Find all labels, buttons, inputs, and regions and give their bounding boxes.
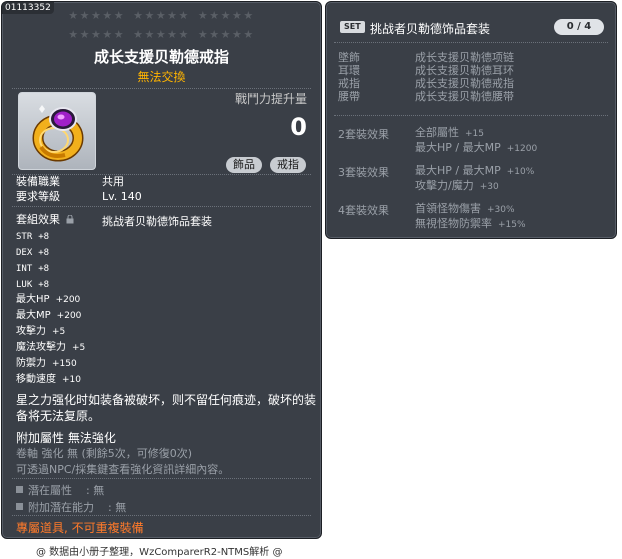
set-effect-label: 套組效果 (16, 211, 74, 227)
stat-luk: LUK +8 (16, 280, 50, 290)
exclusive-notice: 專屬道具, 不可重複裝備 (16, 521, 144, 535)
set-title: 挑战者贝勒德饰品套装 (370, 22, 491, 36)
item-description: 星之力强化时如装备被破坏，则不留任何痕迹，破坏的装备将无法复原。 (16, 393, 317, 423)
trade-status: 無法交換 (137, 70, 186, 84)
level-value: Lv. 140 (102, 190, 142, 203)
stat-defense: 防禦力 +150 (16, 358, 77, 369)
item-title: 成长支援贝勒德戒指 (93, 48, 229, 66)
stat-int: INT +8 (16, 264, 50, 274)
combat-power-label: 戰鬥力提升量 (234, 92, 307, 106)
set-part-item: 成长支援贝勒德腰带 (415, 90, 514, 103)
stat-max-mp: 最大MP +200 (16, 310, 82, 321)
additional-attribute: 附加屬性 無法強化 (16, 431, 116, 445)
item-tooltip: 01113352 ★★★★★ ★★★★★ ★★★★★ ★★★★★ ★★★★★ ★★★★★… (1, 1, 322, 539)
gold-ring-purple-gem-icon (32, 105, 84, 162)
set-bonus-2-line: 最大HP / 最大MP +1200 (415, 141, 538, 154)
bonus-potential-row: 附加潛在能力: 無 (16, 499, 126, 515)
divider (12, 478, 311, 479)
set-bonus-4-line: 無視怪物防禦率 +15% (415, 217, 526, 230)
set-bonus-3-title: 3套裝效果 (338, 166, 389, 179)
job-row: 裝備職業 共用 (16, 175, 124, 189)
npc-info: 可透過NPC/採集鍵查看強化資訊詳細內容。 (16, 463, 230, 476)
job-label: 裝備職業 (16, 175, 60, 188)
divider (12, 88, 311, 89)
set-part-slot: 腰帶 (338, 90, 360, 103)
stat-speed: 移動速度 +10 (16, 374, 81, 385)
stat-str: STR +8 (16, 232, 50, 242)
potential-row: 潛在屬性: 無 (16, 482, 104, 498)
starforce-row-1: ★★★★★ ★★★★★ ★★★★★ (68, 9, 255, 22)
category-badge-ring: 戒指 (270, 157, 306, 173)
stat-max-hp: 最大HP +200 (16, 294, 81, 305)
source-footer: @ 数据由小册子整理，WzComparerR2-NTMS解析 @ (36, 547, 283, 558)
set-part-item: 成长支援贝勒德耳环 (415, 64, 514, 77)
set-bonus-4-line: 首領怪物傷害 +30% (415, 202, 515, 215)
set-part-slot: 墜飾 (338, 51, 360, 64)
category-badge-accessory: 飾品 (226, 157, 262, 173)
level-row: 要求等級 Lv. 140 (16, 190, 142, 204)
divider (12, 206, 311, 207)
set-bonus-3-line: 最大HP / 最大MP +10% (415, 164, 535, 177)
set-part-slot: 耳環 (338, 64, 360, 77)
set-bonus-2-line: 全部屬性 +15 (415, 126, 484, 139)
stat-magic-attack: 魔法攻擊力 +5 (16, 342, 86, 353)
divider (334, 115, 608, 116)
set-bonus-2-title: 2套裝效果 (338, 128, 389, 141)
potential-bullet-icon (16, 486, 23, 493)
scroll-info: 卷軸 強化 無 (剩餘5次，可修復0次) (16, 447, 193, 460)
lock-icon (66, 214, 73, 224)
combat-power-value: 0 (290, 113, 307, 141)
set-bonus-3-line: 攻擊力/魔力 +30 (415, 179, 499, 192)
stat-attack: 攻擊力 +5 (16, 326, 66, 337)
stat-dex: DEX +8 (16, 248, 50, 258)
set-badge: SET (340, 21, 365, 33)
starforce-row-2: ★★★★★ ★★★★★ ★★★★★ (68, 28, 255, 41)
level-label: 要求等級 (16, 190, 60, 203)
set-part-item: 成长支援贝勒德戒指 (415, 77, 514, 90)
divider (334, 42, 608, 43)
set-part-item: 成长支援贝勒德项链 (415, 51, 514, 64)
set-effect-name: 挑战者贝勒德饰品套装 (102, 215, 212, 228)
divider (12, 515, 311, 516)
set-bonus-4-title: 4套裝效果 (338, 204, 389, 217)
job-value: 共用 (102, 175, 124, 188)
set-count: 0 / 4 (554, 19, 604, 35)
bonus-potential-bullet-icon (16, 503, 23, 510)
set-part-slot: 戒指 (338, 77, 360, 90)
set-effect-panel: SET 挑战者贝勒德饰品套装 0 / 4 墜飾 成长支援贝勒德项链 耳環 成长支… (325, 1, 617, 239)
item-icon-box (18, 92, 96, 170)
